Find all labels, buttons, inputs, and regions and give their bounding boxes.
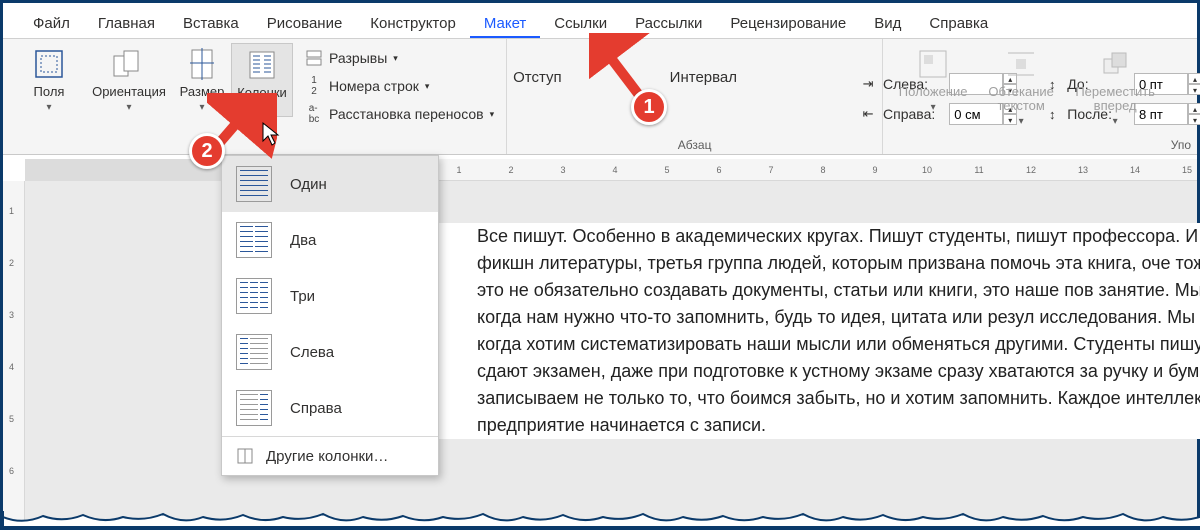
group-paragraph: Отступ Интервал ⇥Слева: ▴▾ ↕До: ▴▾ ⇤Спра… [507,39,883,154]
ruler-tick: 11 [974,165,983,175]
indent-right-icon: ⇤ [859,105,877,123]
ruler-tick: 8 [820,165,825,175]
ruler-tick: 5 [9,414,14,424]
ruler-tick: 15 [1182,165,1192,175]
group-arrange: Положение Обтекание текстом Переместить … [883,39,1171,154]
position-label: Положение [899,85,968,99]
hyphenation-icon: a-bc [305,105,323,123]
ruler-tick: 2 [508,165,513,175]
breaks-icon [305,49,323,67]
line-numbers-button[interactable]: 12 Номера строк ▾ [299,75,500,97]
document-body-text[interactable]: Все пишут. Особенно в академических круг… [439,223,1200,439]
mouse-cursor-icon [261,121,281,147]
margins-button[interactable]: Поля [13,43,85,115]
columns-option-справа[interactable]: Справа [222,380,438,436]
callout-badge-1: 1 [631,89,667,125]
wrap-text-icon [1004,47,1038,81]
bring-forward-label: Переместить вперед [1065,85,1165,113]
spacing-header: Интервал [670,43,845,86]
columns-dropdown: Один Два Три Слева Справа Другие колонки… [221,155,439,476]
torn-edge-decoration [3,511,1200,527]
line-numbers-label: Номера строк [329,78,419,94]
ruler-tick: 5 [664,165,669,175]
ruler-tick: 6 [716,165,721,175]
columns-option-icon [236,278,272,314]
columns-option-icon [236,334,272,370]
tab-файл[interactable]: Файл [19,15,84,38]
ruler-tick: 6 [9,466,14,476]
columns-option-label: Один [290,176,327,193]
document-page[interactable]: Все пишут. Особенно в академических круг… [439,223,1200,439]
orientation-label: Ориентация [92,85,166,99]
margins-label: Поля [34,85,65,99]
ruler-tick: 3 [560,165,565,175]
columns-option-icon [236,166,272,202]
columns-option-label: Два [290,232,316,249]
columns-option-один[interactable]: Один [222,156,438,212]
tab-макет[interactable]: Макет [470,15,540,38]
orientation-icon [112,47,146,81]
position-button[interactable]: Положение [889,43,977,115]
chevron-down-icon: ▾ [490,109,495,120]
tab-рецензирование[interactable]: Рецензирование [716,15,860,38]
columns-option-три[interactable]: Три [222,268,438,324]
columns-option-icon [236,222,272,258]
indent-left-icon: ⇥ [859,75,877,93]
ruler-tick: 1 [9,206,14,216]
truncated-label: Упо [1171,138,1191,152]
tab-конструктор[interactable]: Конструктор [356,15,470,38]
columns-more-icon [236,447,254,465]
tab-вид[interactable]: Вид [860,15,915,38]
hyphenation-label: Расстановка переносов [329,106,484,122]
ruler-tick: 10 [922,165,932,175]
ruler-horizontal[interactable]: 123456789101112131415 [439,159,1197,181]
spinner-up-icon[interactable]: ▴ [1188,103,1200,114]
columns-option-icon [236,390,272,426]
paragraph-group-label: Абзац [507,138,882,152]
ruler-tick: 12 [1026,165,1036,175]
spinner-down-icon[interactable]: ▾ [1188,84,1200,95]
ruler-tick: 2 [9,258,14,268]
margins-icon [32,47,66,81]
ruler-tick: 7 [768,165,773,175]
ruler-tick: 14 [1130,165,1140,175]
wrap-text-label: Обтекание текстом [977,85,1065,113]
breaks-label: Разрывы [329,50,387,66]
tab-главная[interactable]: Главная [84,15,169,38]
tab-рисование[interactable]: Рисование [253,15,357,38]
ruler-tick: 1 [456,165,461,175]
ruler-tick: 4 [612,165,617,175]
columns-option-слева[interactable]: Слева [222,324,438,380]
position-icon [916,47,950,81]
columns-option-label: Справа [290,400,342,417]
bring-forward-icon [1098,47,1132,81]
wrap-text-button[interactable]: Обтекание текстом [977,43,1065,129]
breaks-button[interactable]: Разрывы ▾ [299,47,500,69]
columns-option-два[interactable]: Два [222,212,438,268]
ruler-vertical[interactable]: 1 2 3 4 5 6 [3,181,25,527]
columns-option-label: Три [290,288,315,305]
ruler-tick: 13 [1078,165,1088,175]
size-icon [185,47,219,81]
spinner-down-icon[interactable]: ▾ [1188,114,1200,125]
columns-option-label: Слева [290,344,334,361]
columns-more-label: Другие колонки… [266,448,388,465]
hyphenation-button[interactable]: a-bc Расстановка переносов ▾ [299,103,500,125]
columns-icon [245,48,279,82]
chevron-down-icon: ▾ [393,53,398,64]
ruler-tick: 4 [9,362,14,372]
tab-вставка[interactable]: Вставка [169,15,253,38]
line-numbers-icon: 12 [305,77,323,95]
chevron-down-icon: ▾ [425,81,430,92]
callout-badge-2: 2 [189,133,225,169]
bring-forward-button[interactable]: Переместить вперед [1065,43,1165,129]
columns-more-button[interactable]: Другие колонки… [222,437,438,475]
spinner-up-icon[interactable]: ▴ [1188,73,1200,84]
orientation-button[interactable]: Ориентация [85,43,173,115]
tab-справка[interactable]: Справка [915,15,1002,38]
ruler-tick: 3 [9,310,14,320]
ruler-tick: 9 [872,165,877,175]
